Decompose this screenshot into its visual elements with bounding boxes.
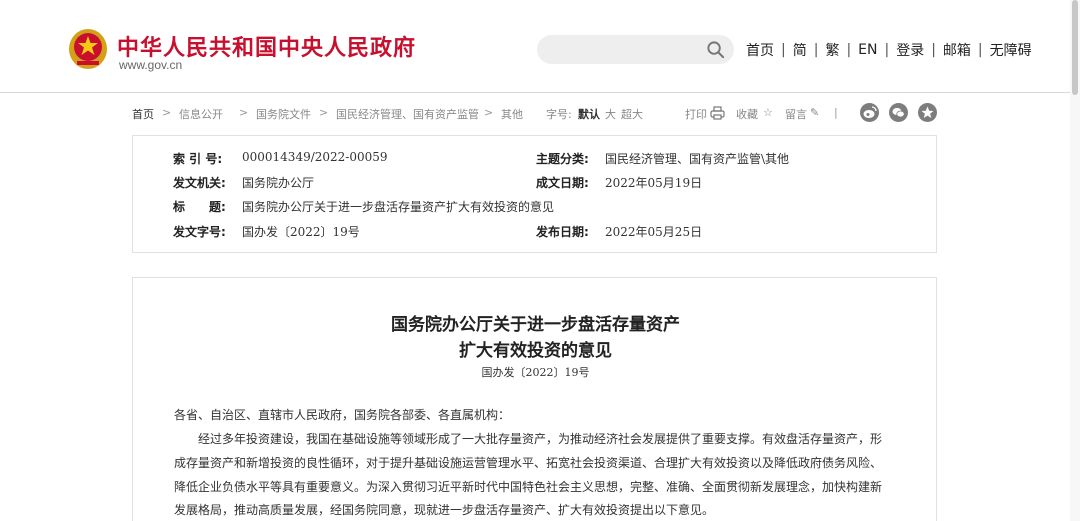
nav-separator: | (781, 42, 786, 58)
meta-title-label: 标 题: (173, 200, 226, 214)
weibo-icon[interactable] (860, 103, 879, 122)
article-doc-number: 国办发〔2022〕19号 (481, 366, 590, 379)
nav-separator: | (813, 42, 819, 58)
nav-separator: | (884, 42, 890, 58)
meta-docno-value: 国办发〔2022〕19号 (242, 225, 360, 239)
meta-docno-label: 发文字号: (173, 225, 226, 239)
scrollbar-thumb[interactable] (1072, 0, 1078, 95)
nav-simplified[interactable]: 简 (793, 40, 807, 60)
printer-icon[interactable] (710, 106, 725, 120)
pencil-icon[interactable]: ✎ (810, 106, 819, 119)
breadcrumb-state-council-docs[interactable]: 国务院文件 (256, 106, 311, 122)
breadcrumb-home[interactable]: 首页 (132, 106, 154, 122)
breadcrumb-economy[interactable]: 国民经济管理、国有资产监管 (336, 106, 479, 122)
article-paragraph-line: 降低企业负债水平等具有重要意义。为深入贯彻习近平新时代中国特色社会主义思想，完整… (174, 480, 883, 494)
comment-label[interactable]: 留言 (785, 106, 807, 122)
national-emblem-icon[interactable] (68, 28, 108, 70)
article-paragraph-line: 经过多年投资建设，我国在基础设施等领域形成了一大批存量资产，为推动经济社会发展提… (198, 432, 883, 446)
document-meta-box: 索 引 号: 000014349/2022-00059 主题分类: 国民经济管理… (132, 135, 937, 253)
nav-separator: | (846, 42, 852, 58)
breadcrumb-separator: > (319, 106, 329, 119)
breadcrumb-separator: > (239, 106, 249, 119)
meta-publish-value: 2022年05月25日 (605, 225, 703, 239)
breadcrumb-info-public[interactable]: 信息公开 (179, 106, 223, 122)
star-icon[interactable]: ☆ (763, 106, 773, 119)
meta-issuer-label: 发文机关: (173, 176, 226, 190)
top-nav: 首页 | 简 | 繁 | EN | 登录 | 邮箱 | 无障碍 (746, 40, 1032, 60)
breadcrumb-separator: > (484, 106, 494, 119)
article-content: 国务院办公厅关于进一步盘活存量资产 扩大有效投资的意见 国办发〔2022〕19号… (132, 277, 937, 521)
meta-date-label: 成文日期: (536, 176, 589, 190)
nav-home[interactable]: 首页 (746, 40, 774, 60)
breadcrumb: 首页 > 信息公开 > 国务院文件 > 国民经济管理、国有资产监管 > 其他 字… (132, 106, 938, 122)
meta-title-value: 国务院办公厅关于进一步盘活存量资产扩大有效投资的意见 (242, 200, 555, 214)
vertical-scrollbar[interactable] (1070, 0, 1080, 521)
font-size-label: 字号: (546, 108, 572, 121)
article-title-line-2: 扩大有效投资的意见 (459, 341, 612, 361)
breadcrumb-other[interactable]: 其他 (501, 106, 523, 122)
nav-accessibility[interactable]: 无障碍 (990, 40, 1032, 60)
meta-index-label: 索 引 号: (173, 152, 223, 166)
article-title-line-1: 国务院办公厅关于进一步盘活存量资产 (391, 315, 680, 335)
nav-login[interactable]: 登录 (896, 40, 924, 60)
meta-category-label: 主题分类: (536, 152, 589, 166)
search-input[interactable] (537, 35, 734, 64)
meta-date-value: 2022年05月19日 (605, 176, 703, 190)
meta-issuer-value: 国务院办公厅 (242, 176, 315, 190)
meta-category-value: 国民经济管理、国有资产监管\其他 (605, 152, 790, 166)
font-large-option[interactable]: 大 (605, 106, 616, 122)
qzone-icon[interactable] (918, 103, 937, 122)
nav-mailbox[interactable]: 邮箱 (943, 40, 971, 60)
article-paragraph-line: 发展格局，推动高质量发展，经国务院同意，现就进一步盘活存量资产、扩大有效投资提出… (174, 503, 715, 517)
font-default-option[interactable]: 默认 (578, 106, 600, 122)
nav-separator: | (931, 42, 936, 58)
breadcrumb-separator: > (162, 106, 172, 119)
meta-index-value: 000014349/2022-00059 (242, 150, 388, 164)
article-salutation: 各省、自治区、直辖市人民政府，国务院各部委、各直属机构： (174, 408, 511, 422)
font-xlarge-option[interactable]: 超大 (621, 106, 643, 122)
print-label[interactable]: 打印 (685, 106, 707, 122)
article-paragraph-line: 成存量资产和新增投资的良性循环，对于提升基础设施运营管理水平、拓宽社会投资渠道、… (174, 456, 883, 470)
nav-separator: | (977, 42, 983, 58)
favorite-label[interactable]: 收藏 (736, 106, 758, 122)
nav-traditional[interactable]: 繁 (825, 40, 839, 60)
site-header: 中华人民共和国中央人民政府 www.gov.cn 首页 | 简 | 繁 | EN… (0, 0, 1080, 93)
search-icon[interactable] (706, 40, 725, 59)
nav-english[interactable]: EN (858, 42, 877, 58)
site-url: www.gov.cn (119, 58, 183, 72)
toolbar-divider: | (834, 106, 838, 119)
meta-publish-label: 发布日期: (536, 225, 589, 239)
wechat-icon[interactable] (889, 103, 908, 122)
